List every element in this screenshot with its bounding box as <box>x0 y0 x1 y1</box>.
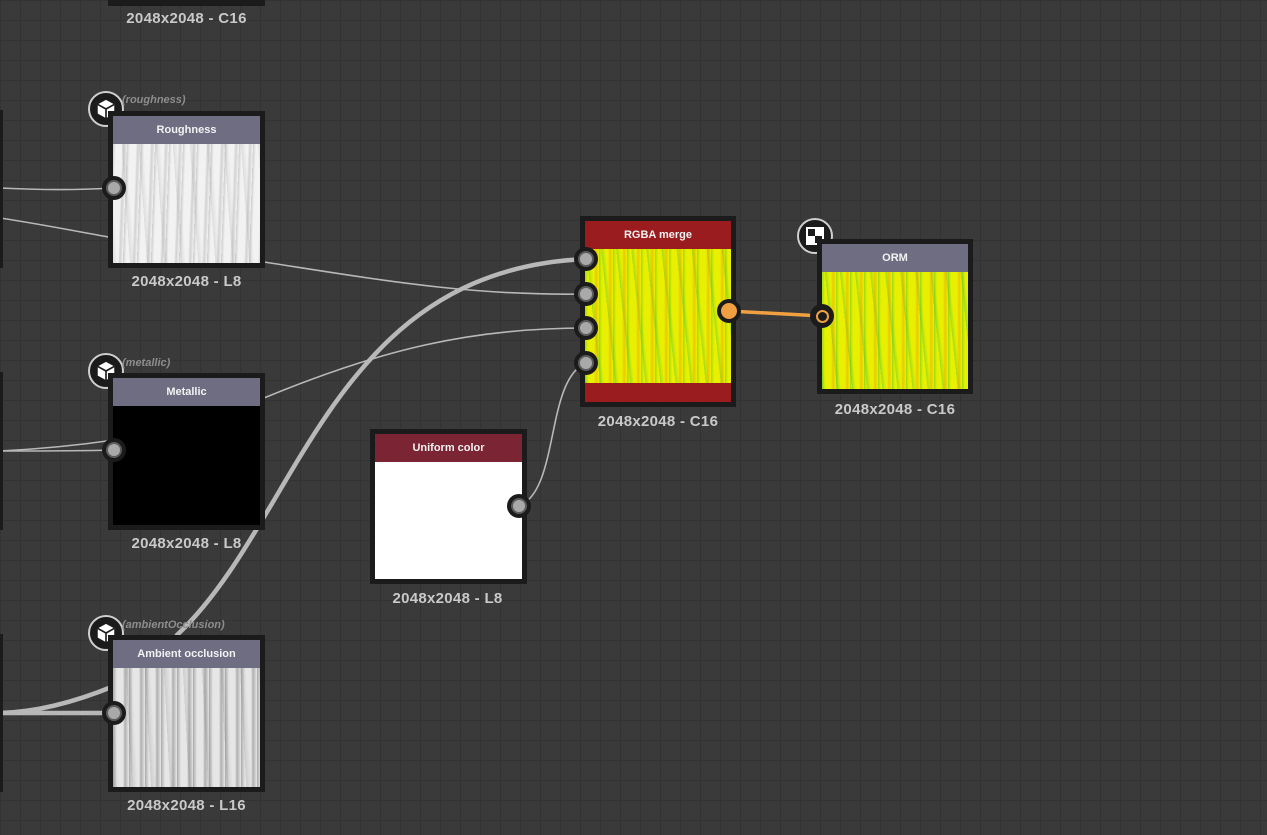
top-node[interactable] <box>108 0 265 6</box>
node-title: RGBA merge <box>585 221 731 249</box>
wire-uniform-to-merge-a <box>518 362 587 507</box>
wire-roughness-to-merge-g <box>263 261 587 295</box>
input-port-r[interactable] <box>574 247 598 271</box>
node-resolution: 2048x2048 - C16 <box>597 413 719 430</box>
wire-in-roughness-2 <box>0 217 115 239</box>
node-title: ORM <box>822 244 968 272</box>
input-port-a[interactable] <box>574 351 598 375</box>
node-tag: (roughness) <box>122 94 186 106</box>
input-port[interactable] <box>810 304 834 328</box>
input-port-g[interactable] <box>574 282 598 306</box>
output-port[interactable] <box>717 299 741 323</box>
node-orm[interactable]: ORM <box>817 239 973 394</box>
node-preview <box>113 668 260 787</box>
wire-in-ao-2 <box>0 683 115 716</box>
node-preview <box>113 406 260 525</box>
input-port[interactable] <box>102 176 126 200</box>
node-title: Ambient occlusion <box>113 640 260 668</box>
node-resolution: 2048x2048 - C16 <box>834 401 956 418</box>
node-preview <box>375 462 522 579</box>
wire-merge-to-orm <box>728 309 823 318</box>
node-rgba-merge[interactable]: RGBA merge <box>580 216 736 407</box>
top-node-resolution: 2048x2048 - C16 <box>126 10 247 27</box>
node-title: Roughness <box>113 116 260 144</box>
input-port-b[interactable] <box>574 316 598 340</box>
node-metallic[interactable]: Metallic <box>108 373 265 530</box>
offscreen-node-edge <box>0 110 3 268</box>
node-tag: (metallic) <box>122 357 171 369</box>
node-preview <box>113 144 260 263</box>
node-ambient-occlusion[interactable]: Ambient occlusion <box>108 635 265 792</box>
offscreen-node-edge <box>0 634 3 792</box>
node-tag: (ambientOcclusion) <box>122 619 225 631</box>
wire-in-metallic-2 <box>0 439 115 452</box>
node-title: Metallic <box>113 378 260 406</box>
node-title: Uniform color <box>375 434 522 462</box>
node-resolution: 2048x2048 - L8 <box>131 535 242 552</box>
node-resolution: 2048x2048 - L8 <box>392 590 503 607</box>
wire-metallic-to-merge-b <box>263 327 587 399</box>
offscreen-node-edge <box>0 372 3 530</box>
node-roughness[interactable]: Roughness <box>108 111 265 268</box>
node-preview <box>822 272 968 389</box>
node-resolution: 2048x2048 - L8 <box>131 273 242 290</box>
output-port[interactable] <box>507 494 531 518</box>
input-port[interactable] <box>102 701 126 725</box>
node-footer <box>585 383 731 402</box>
node-resolution: 2048x2048 - L16 <box>127 797 246 814</box>
input-port[interactable] <box>102 438 126 462</box>
node-preview <box>585 249 731 383</box>
node-uniform-color[interactable]: Uniform color <box>370 429 527 584</box>
wire-in-roughness <box>0 187 115 191</box>
